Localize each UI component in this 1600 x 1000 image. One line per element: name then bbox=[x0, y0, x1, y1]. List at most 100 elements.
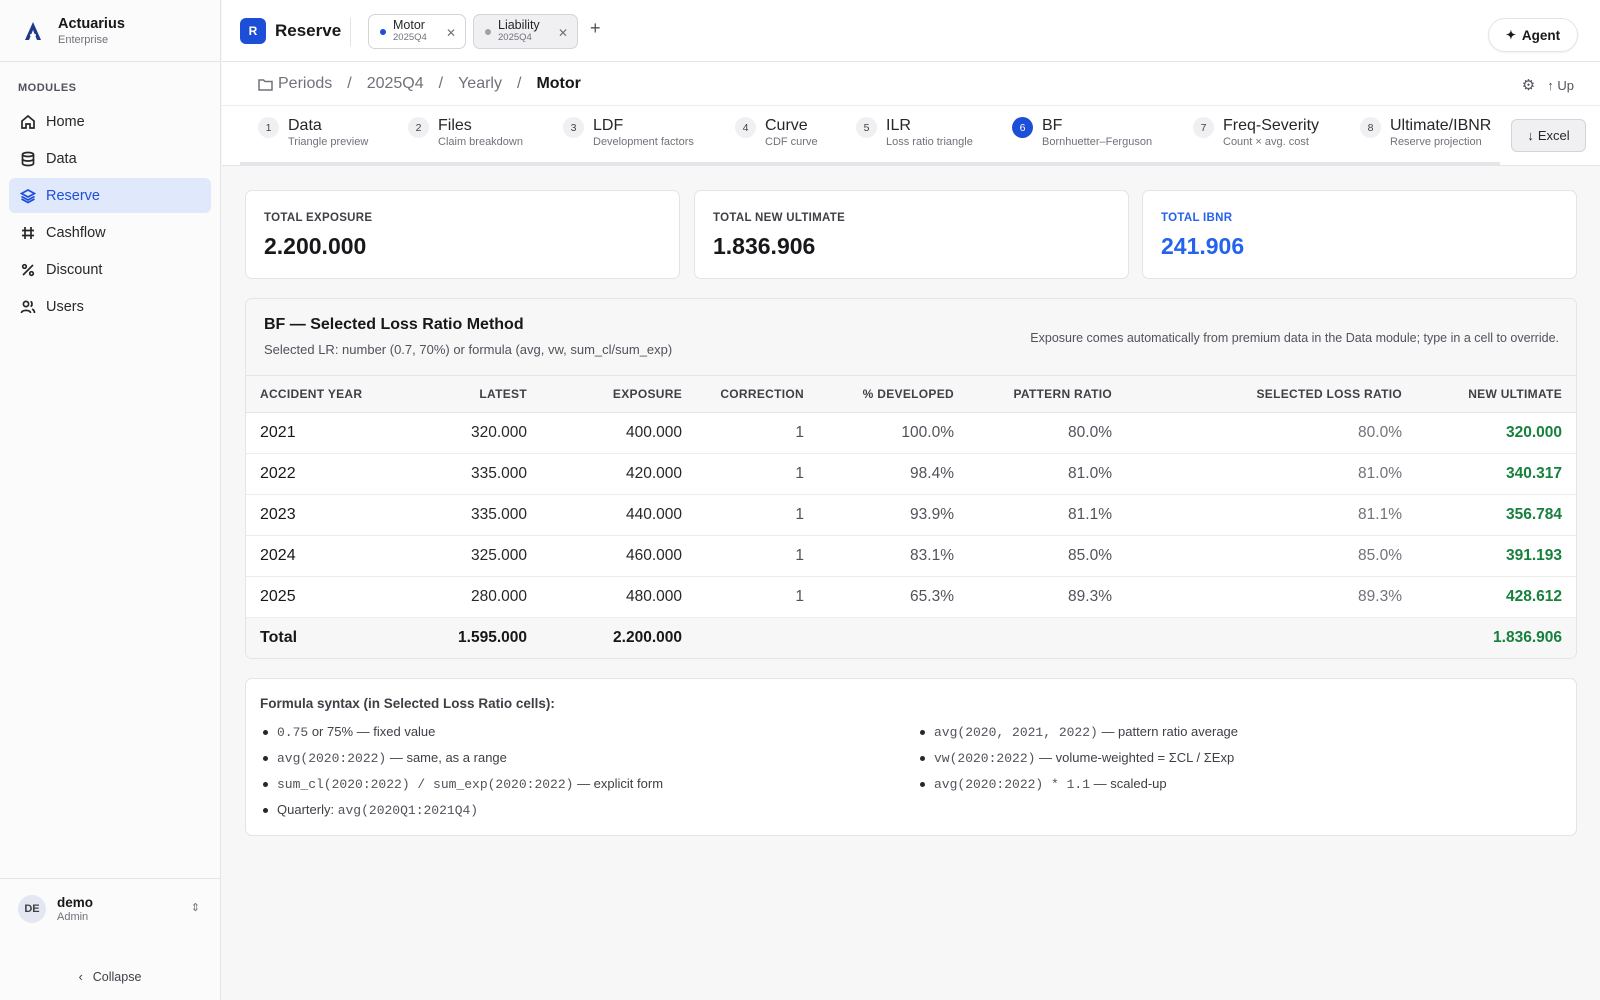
step-subtitle: CDF curve bbox=[765, 136, 818, 148]
exposure-cell[interactable]: 440.000 bbox=[541, 494, 696, 536]
column-header[interactable]: NEW ULTIMATE bbox=[1416, 376, 1576, 413]
column-header[interactable]: SELECTED LOSS RATIO bbox=[1126, 376, 1416, 413]
breadcrumb-periods[interactable]: Periods bbox=[278, 75, 332, 93]
folder-icon bbox=[258, 78, 273, 91]
step-number: 7 bbox=[1193, 117, 1214, 138]
selected-loss-ratio-cell[interactable]: 85.0% bbox=[1126, 535, 1416, 577]
column-header[interactable]: % DEVELOPED bbox=[818, 376, 968, 413]
sidebar-item-cashflow[interactable]: Cashflow bbox=[9, 215, 211, 250]
step-number: 8 bbox=[1360, 117, 1381, 138]
add-tab-button[interactable]: + bbox=[590, 18, 601, 39]
table-row: 2021 320.000 400.000 1 100.0% 80.0% 80.0… bbox=[246, 412, 1576, 454]
step-number: 3 bbox=[563, 117, 584, 138]
file-tab-motor[interactable]: Motor 2025Q4 ✕ bbox=[368, 14, 466, 49]
sidebar-item-users[interactable]: Users bbox=[9, 289, 211, 324]
app-badge: R bbox=[240, 18, 266, 44]
table-row: 2022 335.000 420.000 1 98.4% 81.0% 81.0%… bbox=[246, 453, 1576, 495]
exposure-cell[interactable]: 480.000 bbox=[541, 576, 696, 618]
gear-icon[interactable]: ⚙ bbox=[1522, 76, 1535, 94]
step-number: 6 bbox=[1012, 117, 1033, 138]
tab-freq-severity[interactable]: 7 Freq-Severity Count × avg. cost bbox=[1193, 116, 1319, 149]
collapse-button[interactable]: ‹ Collapse bbox=[0, 970, 220, 984]
new-ultimate-cell: 320.000 bbox=[1416, 412, 1576, 454]
inactive-dot-icon bbox=[485, 29, 491, 35]
excel-export-button[interactable]: ↓ Excel bbox=[1511, 119, 1586, 152]
selected-loss-ratio-cell[interactable]: 81.0% bbox=[1126, 453, 1416, 495]
tab-data[interactable]: 1 Data Triangle preview bbox=[258, 116, 368, 149]
sidebar-item-label: Discount bbox=[46, 261, 103, 278]
sidebar-item-reserve[interactable]: Reserve bbox=[9, 178, 211, 213]
tab-curve[interactable]: 4 Curve CDF curve bbox=[735, 116, 818, 149]
sidebar-item-discount[interactable]: Discount bbox=[9, 252, 211, 287]
formula-code: avg(2020Q1:2021Q4) bbox=[337, 803, 479, 818]
table-row: 2025 280.000 480.000 1 65.3% 89.3% 89.3%… bbox=[246, 576, 1576, 618]
tab-files[interactable]: 2 Files Claim breakdown bbox=[408, 116, 523, 149]
tab-ldf[interactable]: 3 LDF Development factors bbox=[563, 116, 694, 149]
breadcrumb-frequency[interactable]: Yearly bbox=[458, 75, 502, 93]
up-button[interactable]: ↑ Up bbox=[1547, 78, 1574, 93]
agent-button[interactable]: ✦ Agent bbox=[1488, 18, 1578, 52]
accident-year-cell: 2022 bbox=[246, 453, 396, 495]
step-subtitle: Claim breakdown bbox=[438, 136, 523, 148]
tab-bf[interactable]: 6 BF Bornhuetter–Ferguson bbox=[1012, 116, 1152, 149]
exposure-cell[interactable]: 400.000 bbox=[541, 412, 696, 454]
user-menu[interactable]: DE demo Admin ⇕ bbox=[0, 878, 220, 938]
pattern-ratio-cell: 85.0% bbox=[968, 535, 1126, 577]
up-label: Up bbox=[1557, 77, 1574, 93]
list-item: 0.75 or 75% — fixed value bbox=[260, 722, 663, 748]
empty-cell bbox=[818, 616, 968, 658]
formula-text: — volume-weighted = ΣCL / ΣExp bbox=[1035, 750, 1235, 765]
column-header[interactable]: CORRECTION bbox=[696, 376, 818, 413]
sidebar-item-label: Data bbox=[46, 150, 77, 167]
breadcrumb-period[interactable]: 2025Q4 bbox=[367, 75, 424, 93]
developed-cell: 100.0% bbox=[818, 412, 968, 454]
selected-loss-ratio-cell[interactable]: 80.0% bbox=[1126, 412, 1416, 454]
sidebar-item-label: Cashflow bbox=[46, 224, 106, 241]
empty-cell bbox=[696, 616, 818, 658]
correction-cell[interactable]: 1 bbox=[696, 535, 818, 577]
column-header[interactable]: EXPOSURE bbox=[541, 376, 696, 413]
developed-cell: 98.4% bbox=[818, 453, 968, 495]
correction-cell[interactable]: 1 bbox=[696, 412, 818, 454]
sidebar-item-label: Reserve bbox=[46, 187, 100, 204]
formula-text: or 75% — fixed value bbox=[308, 724, 436, 739]
file-tab-liability[interactable]: Liability 2025Q4 ✕ bbox=[473, 14, 578, 49]
formula-syntax-panel: Formula syntax (in Selected Loss Ratio c… bbox=[245, 678, 1577, 836]
selected-loss-ratio-cell[interactable]: 81.1% bbox=[1126, 494, 1416, 536]
correction-cell[interactable]: 1 bbox=[696, 453, 818, 495]
bf-table: ACCIDENT YEAR LATEST EXPOSURE CORRECTION… bbox=[246, 376, 1576, 658]
column-header[interactable]: PATTERN RATIO bbox=[968, 376, 1126, 413]
exposure-cell[interactable]: 420.000 bbox=[541, 453, 696, 495]
breadcrumb-separator: / bbox=[516, 75, 522, 92]
total-label: Total bbox=[246, 616, 396, 658]
sidebar-item-home[interactable]: Home bbox=[9, 104, 211, 139]
close-icon[interactable]: ✕ bbox=[446, 26, 456, 40]
formula-text: — scaled-up bbox=[1090, 776, 1167, 791]
close-icon[interactable]: ✕ bbox=[558, 26, 568, 40]
breadcrumb-separator: / bbox=[438, 75, 444, 92]
tab-ilr[interactable]: 5 ILR Loss ratio triangle bbox=[856, 116, 973, 149]
step-tabs: 1 Data Triangle preview 2 Files Claim br… bbox=[222, 106, 1600, 166]
column-header[interactable]: LATEST bbox=[396, 376, 541, 413]
exposure-cell[interactable]: 460.000 bbox=[541, 535, 696, 577]
accident-year-cell: 2024 bbox=[246, 535, 396, 577]
tab-ultimate-ibnr[interactable]: 8 Ultimate/IBNR Reserve projection bbox=[1360, 116, 1491, 149]
sidebar-item-data[interactable]: Data bbox=[9, 141, 211, 176]
formula-list-right: avg(2020, 2021, 2022) — pattern ratio av… bbox=[917, 722, 1238, 800]
new-ultimate-cell: 340.317 bbox=[1416, 453, 1576, 495]
chevron-up-down-icon: ⇕ bbox=[190, 902, 200, 914]
step-name: Files bbox=[438, 117, 472, 134]
brand-subtitle: Enterprise bbox=[58, 33, 109, 46]
correction-cell[interactable]: 1 bbox=[696, 576, 818, 618]
correction-cell[interactable]: 1 bbox=[696, 494, 818, 536]
step-name: Ultimate/IBNR bbox=[1390, 117, 1492, 134]
brand[interactable]: Actuarius Enterprise bbox=[0, 0, 220, 62]
total-latest: 1.595.000 bbox=[396, 616, 541, 658]
kpi-total-ibnr: TOTAL IBNR 241.906 bbox=[1142, 190, 1577, 279]
formula-title: Formula syntax (in Selected Loss Ratio c… bbox=[260, 696, 555, 711]
file-tab-period: 2025Q4 bbox=[498, 32, 532, 43]
column-header[interactable]: ACCIDENT YEAR bbox=[246, 376, 396, 413]
total-exposure: 2.200.000 bbox=[541, 616, 696, 658]
selected-loss-ratio-cell[interactable]: 89.3% bbox=[1126, 576, 1416, 618]
panel-subtitle: Selected LR: number (0.7, 70%) or formul… bbox=[264, 342, 673, 357]
